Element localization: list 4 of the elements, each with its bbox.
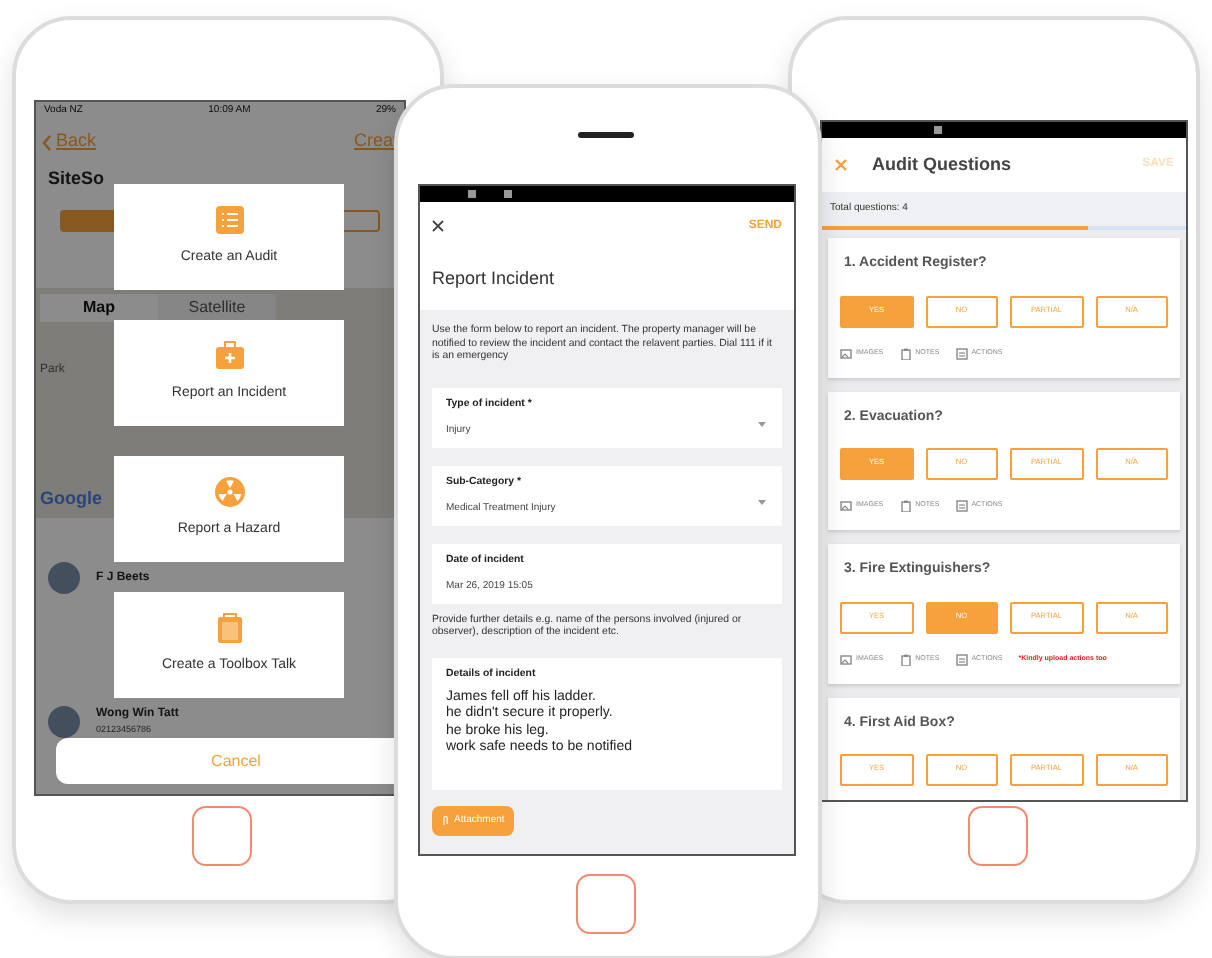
site-title: SiteSo [46,166,107,192]
screen-title: Audit Questions [872,151,1013,178]
screen-title: Report Incident [430,266,557,293]
map-logo: Google [40,485,102,512]
